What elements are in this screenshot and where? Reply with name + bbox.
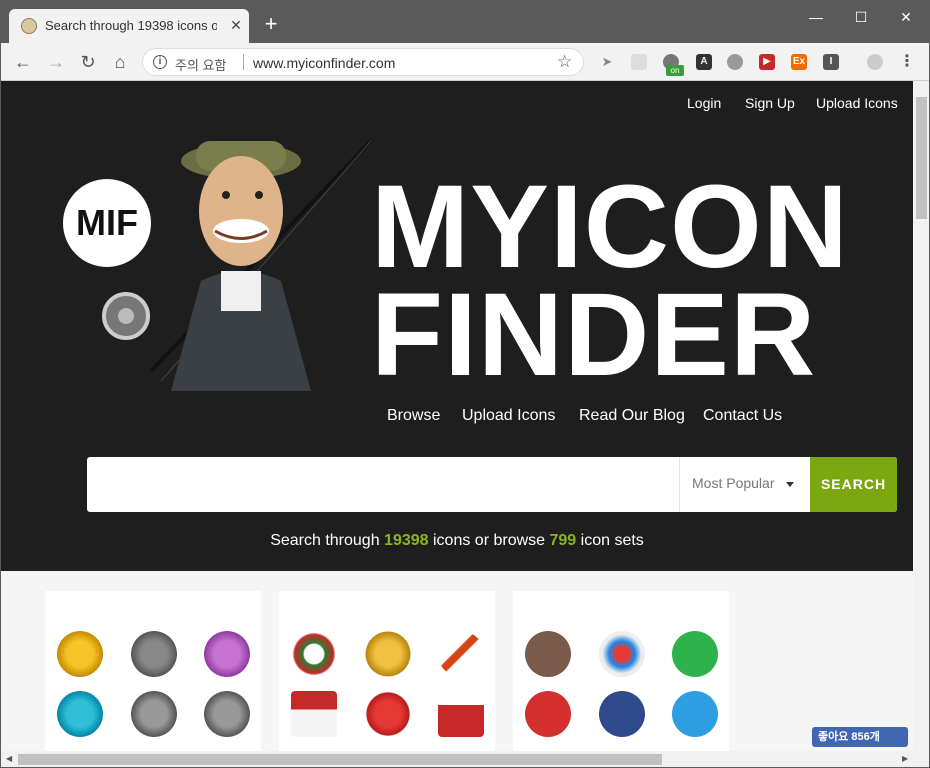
globe-extension-icon[interactable] [727,54,743,70]
tagline-middle: icons or browse [433,532,546,549]
nav-contact-us[interactable]: Contact Us [703,407,782,425]
ornament-icon [365,691,411,737]
sort-selected-label: Most Popular [692,475,775,491]
bookmark-star-icon[interactable]: ☆ [557,52,572,72]
nav-upload-icons[interactable]: Upload Icons [462,407,555,425]
back-icon[interactable]: ← [11,50,35,74]
bell-icon [365,631,411,677]
info-extension-icon[interactable]: I [823,54,839,70]
candles-icon [438,691,484,737]
horizontal-scroll-thumb[interactable] [18,754,662,765]
browser-window: Search through 19398 icons or ✕ + — ☐ ✕ … [0,0,930,768]
profile-avatar-icon[interactable] [867,54,883,70]
search-bar: Most Popular SEARCH [87,457,897,512]
url-text[interactable]: www.myiconfinder.com [253,55,395,71]
vertical-scrollbar[interactable] [913,81,929,751]
mif-badge[interactable]: MIF [63,179,151,267]
extension-on-badge: on [666,65,684,76]
nav-browse[interactable]: Browse [387,407,440,425]
search-input[interactable] [87,457,679,512]
twitter-icon [672,691,718,737]
font-extension-icon[interactable]: A [696,54,712,70]
icon-set-card-app[interactable] [45,591,261,751]
tagline: Search through 19398 icons or browse 799… [1,532,913,550]
whatsapp-icon [672,631,718,677]
cursor-extension-icon[interactable]: ➤ [599,54,615,70]
youtube-icon [525,691,571,737]
facebook-icon [599,691,645,737]
icon-set-card-christmas[interactable] [279,591,495,751]
scroll-left-icon[interactable]: ◀ [6,754,12,763]
tab-close-icon[interactable]: ✕ [227,16,245,34]
maximize-button[interactable]: ☐ [839,5,883,29]
pause-icon [131,691,177,737]
browser-tab[interactable]: Search through 19398 icons or ✕ [9,9,249,43]
logo-line-myicon: MYICON [371,161,849,293]
minimize-button[interactable]: — [794,5,838,29]
close-window-button[interactable]: ✕ [884,5,928,29]
sort-dropdown[interactable]: Most Popular [679,457,810,512]
browser-toolbar: ← → ↻ ⌂ i 주의 요함 www.myiconfinder.com ☆ ➤… [1,43,929,81]
icon-set-card-social[interactable] [513,591,729,751]
home-icon[interactable]: ⌂ [108,50,132,74]
upload-icons-header-link[interactable]: Upload Icons [816,95,898,111]
icons-count: 19398 [384,532,429,549]
face-icon [57,691,103,737]
sets-count[interactable]: 799 [550,532,577,549]
favicon-icon [21,18,37,34]
login-link[interactable]: Login [687,95,721,111]
new-tab-button[interactable]: + [259,13,283,37]
hero-section: Login Sign Up Upload Icons MIF MYICON FI… [1,81,913,571]
house-icon [291,691,337,737]
title-bar: Search through 19398 icons or ✕ + — ☐ ✕ [1,1,929,43]
search-button[interactable]: SEARCH [810,457,897,512]
ex-extension-icon[interactable]: Ex [791,54,807,70]
logo-line-finder: FINDER [371,269,817,401]
facebook-like-button[interactable]: 좋아요 856개 [812,727,908,747]
forward-icon[interactable]: → [44,50,68,74]
info-icon[interactable]: i [153,55,167,69]
folder-extension-icon[interactable] [631,54,647,70]
candy-cane-icon [438,631,484,677]
joomla-icon [599,631,645,677]
reload-icon[interactable]: ↻ [76,50,100,74]
scroll-right-icon[interactable]: ▶ [902,754,908,763]
media-extension-icon[interactable]: ▶ [759,54,775,70]
page-content: Login Sign Up Upload Icons MIF MYICON FI… [1,81,913,751]
address-bar[interactable]: i 주의 요함 www.myiconfinder.com ☆ [142,48,584,76]
feather-icon [204,631,250,677]
tagline-prefix: Search through [270,532,380,549]
network-icon [131,631,177,677]
horizontal-scrollbar[interactable]: ◀ ▶ [1,751,929,767]
wreath-icon [291,631,337,677]
instagram-icon [525,631,571,677]
lifebuoy-icon [57,631,103,677]
chevron-down-icon [786,482,794,487]
nav-read-blog[interactable]: Read Our Blog [579,407,685,425]
signup-link[interactable]: Sign Up [745,95,795,111]
tab-title: Search through 19398 icons or [45,18,217,33]
security-label: 주의 요함 [175,58,227,73]
menu-kebab-icon[interactable]: ⋮ [899,54,915,70]
tagline-suffix: icon sets [580,532,644,549]
target-icon [204,691,250,737]
vertical-scroll-thumb[interactable] [916,97,927,219]
url-divider [243,54,244,70]
